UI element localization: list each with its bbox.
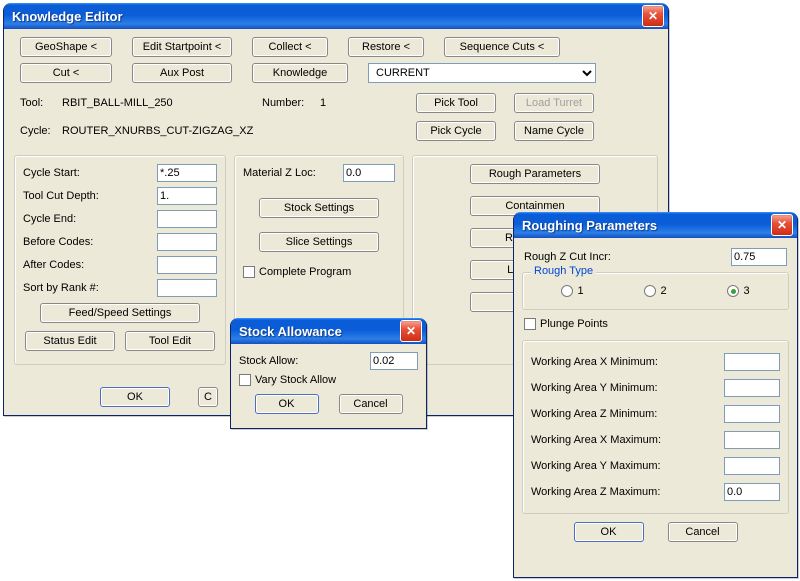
complete-program-label: Complete Program xyxy=(259,266,351,278)
cancel-button[interactable]: Cancel xyxy=(339,394,403,414)
number-label: Number: xyxy=(262,97,320,109)
collect-button[interactable]: Collect < xyxy=(252,37,328,57)
number-value: 1 xyxy=(320,97,416,109)
window-title: Knowledge Editor xyxy=(12,9,123,24)
slice-settings-button[interactable]: Slice Settings xyxy=(259,232,379,252)
window-title: Stock Allowance xyxy=(239,324,342,339)
current-select[interactable]: CURRENT xyxy=(368,63,596,83)
aux-post-button[interactable]: Aux Post xyxy=(132,63,232,83)
stock-allow-input[interactable] xyxy=(370,352,418,370)
close-icon[interactable]: ✕ xyxy=(771,214,793,236)
restore-button[interactable]: Restore < xyxy=(348,37,424,57)
tool-edit-button[interactable]: Tool Edit xyxy=(125,331,215,351)
tool-cut-depth-input[interactable] xyxy=(157,187,217,205)
stock-allowance-window: Stock Allowance ✕ Stock Allow: Vary Stoc… xyxy=(230,318,427,429)
wa-ymax-input[interactable] xyxy=(724,457,780,475)
cycle-start-label: Cycle Start: xyxy=(23,167,80,179)
material-z-input[interactable] xyxy=(343,164,395,182)
ok-button[interactable]: OK xyxy=(255,394,319,414)
working-area-group: Working Area X Minimum: Working Area Y M… xyxy=(522,340,789,514)
wa-xmax-input[interactable] xyxy=(724,431,780,449)
left-panel: Cycle Start: Tool Cut Depth: Cycle End: … xyxy=(14,155,226,365)
rough-type-2-radio[interactable]: 2 xyxy=(644,285,666,297)
complete-program-checkbox[interactable]: Complete Program xyxy=(243,266,351,278)
before-codes-label: Before Codes: xyxy=(23,236,93,248)
cycle-value: ROUTER_XNURBS_CUT-ZIGZAG_XZ xyxy=(62,125,416,137)
wa-zmax-label: Working Area Z Maximum: xyxy=(531,486,660,498)
rough-type-group: Rough Type 1 2 3 xyxy=(522,272,789,310)
knowledge-editor-titlebar: Knowledge Editor ✕ xyxy=(4,3,668,29)
cycle-end-label: Cycle End: xyxy=(23,213,76,225)
material-z-label: Material Z Loc: xyxy=(243,167,316,179)
stock-allow-label: Stock Allow: xyxy=(239,355,298,367)
rough-parameters-button[interactable]: Rough Parameters xyxy=(470,164,600,184)
wa-zmin-label: Working Area Z Minimum: xyxy=(531,408,657,420)
rough-z-incr-input[interactable] xyxy=(731,248,787,266)
after-codes-label: After Codes: xyxy=(23,259,84,271)
sort-rank-label: Sort by Rank #: xyxy=(23,282,99,294)
rough-z-incr-label: Rough Z Cut Incr: xyxy=(524,251,611,263)
pick-cycle-button[interactable]: Pick Cycle xyxy=(416,121,496,141)
cancel-button[interactable]: Cancel xyxy=(668,522,738,542)
rough-type-title: Rough Type xyxy=(531,265,596,277)
name-cycle-button[interactable]: Name Cycle xyxy=(514,121,594,141)
window-title: Roughing Parameters xyxy=(522,218,657,233)
wa-ymin-input[interactable] xyxy=(724,379,780,397)
plunge-points-checkbox[interactable]: Plunge Points xyxy=(524,318,608,330)
before-codes-input[interactable] xyxy=(157,233,217,251)
status-edit-button[interactable]: Status Edit xyxy=(25,331,115,351)
stock-allowance-titlebar: Stock Allowance ✕ xyxy=(231,318,426,344)
wa-zmax-input[interactable] xyxy=(724,483,780,501)
cut-button[interactable]: Cut < xyxy=(20,63,112,83)
wa-xmax-label: Working Area X Maximum: xyxy=(531,434,661,446)
ok-button[interactable]: OK xyxy=(574,522,644,542)
cycle-end-input[interactable] xyxy=(157,210,217,228)
close-icon[interactable]: ✕ xyxy=(642,5,664,27)
wa-zmin-input[interactable] xyxy=(724,405,780,423)
stock-settings-button[interactable]: Stock Settings xyxy=(259,198,379,218)
roughing-parameters-titlebar: Roughing Parameters ✕ xyxy=(514,212,797,238)
cycle-start-input[interactable] xyxy=(157,164,217,182)
sequence-cuts-button[interactable]: Sequence Cuts < xyxy=(444,37,560,57)
close-icon[interactable]: ✕ xyxy=(400,320,422,342)
mid-panel: Material Z Loc: Stock Settings Slice Set… xyxy=(234,155,404,329)
feed-speed-button[interactable]: Feed/Speed Settings xyxy=(40,303,200,323)
edit-startpoint-button[interactable]: Edit Startpoint < xyxy=(132,37,232,57)
vary-stock-checkbox[interactable]: Vary Stock Allow xyxy=(239,374,336,386)
geoshape-button[interactable]: GeoShape < xyxy=(20,37,112,57)
rough-type-1-radio[interactable]: 1 xyxy=(561,285,583,297)
wa-ymin-label: Working Area Y Minimum: xyxy=(531,382,658,394)
load-turret-button: Load Turret xyxy=(514,93,594,113)
tool-cut-depth-label: Tool Cut Depth: xyxy=(23,190,99,202)
cancel-button[interactable]: C xyxy=(198,387,218,407)
vary-stock-label: Vary Stock Allow xyxy=(255,374,336,386)
plunge-points-label: Plunge Points xyxy=(540,318,608,330)
wa-ymax-label: Working Area Y Maximum: xyxy=(531,460,661,472)
wa-xmin-input[interactable] xyxy=(724,353,780,371)
after-codes-input[interactable] xyxy=(157,256,217,274)
pick-tool-button[interactable]: Pick Tool xyxy=(416,93,496,113)
cycle-label: Cycle: xyxy=(20,125,62,137)
knowledge-button[interactable]: Knowledge xyxy=(252,63,348,83)
tool-value: RBIT_BALL-MILL_250 xyxy=(62,97,262,109)
rough-type-3-radio[interactable]: 3 xyxy=(727,285,749,297)
tool-label: Tool: xyxy=(20,97,62,109)
wa-xmin-label: Working Area X Minimum: xyxy=(531,356,658,368)
ok-button[interactable]: OK xyxy=(100,387,170,407)
sort-rank-input[interactable] xyxy=(157,279,217,297)
roughing-parameters-window: Roughing Parameters ✕ Rough Z Cut Incr: … xyxy=(513,212,798,578)
